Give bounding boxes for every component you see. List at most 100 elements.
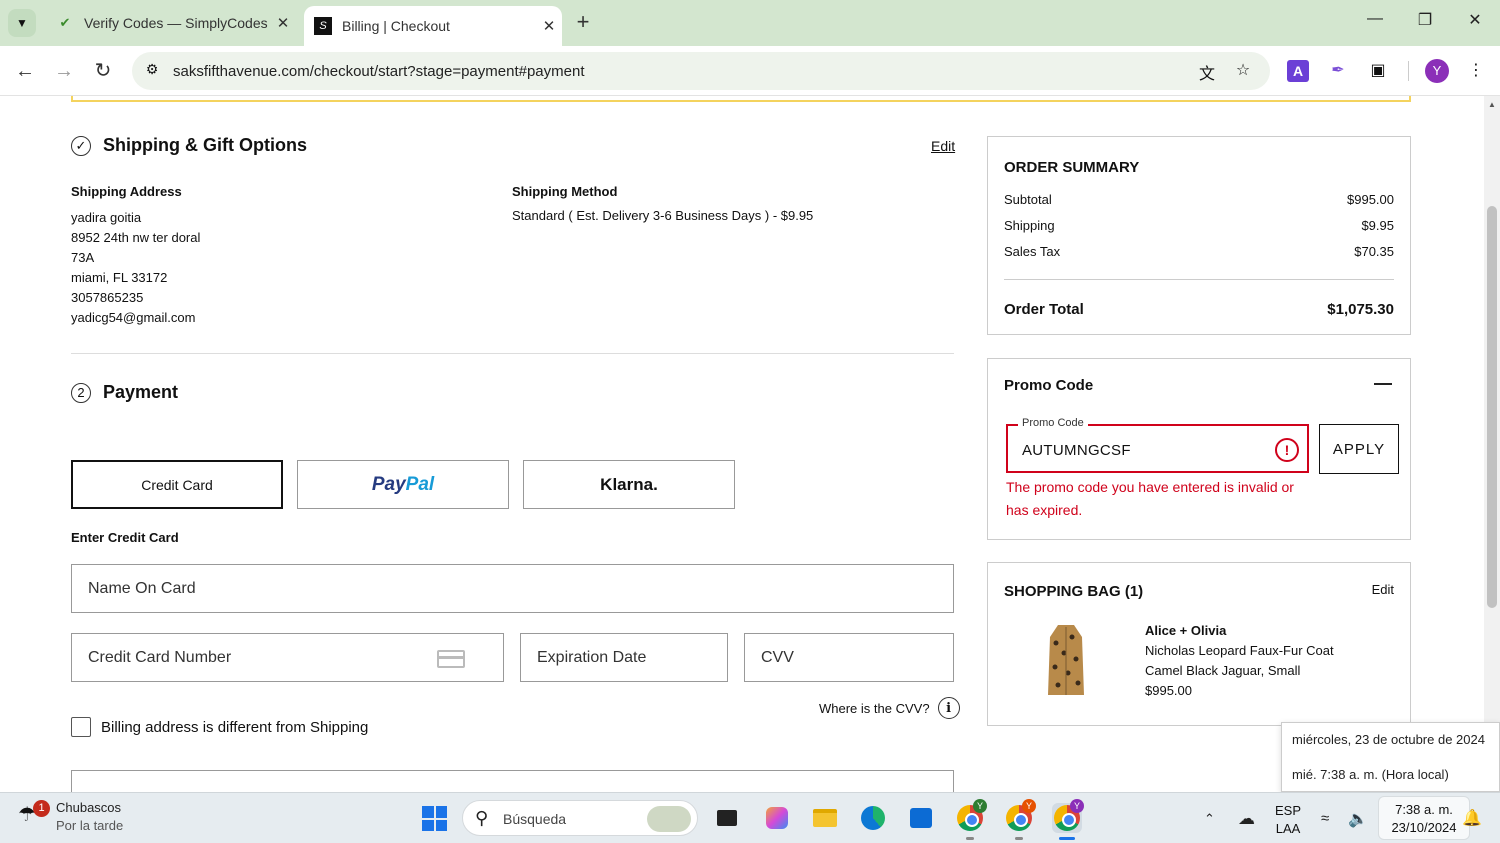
klarna-option-button[interactable]: Klarna. bbox=[523, 460, 735, 509]
copilot-icon[interactable] bbox=[762, 803, 792, 833]
close-window-button[interactable]: ✕ bbox=[1460, 10, 1490, 36]
translate-icon[interactable]: 文 bbox=[1196, 60, 1218, 83]
clock-time: 7:38 a. m. bbox=[1395, 802, 1453, 817]
credit-card-icon bbox=[437, 650, 465, 668]
extensions-puzzle-icon[interactable]: ▣ bbox=[1366, 59, 1390, 83]
billing-different-checkbox[interactable] bbox=[71, 717, 91, 737]
weather-subtitle: Por la tarde bbox=[56, 818, 124, 833]
expiration-date-placeholder: Expiration Date bbox=[537, 648, 647, 666]
address-bar[interactable]: ⚙ saksfifthavenue.com/checkout/start?sta… bbox=[132, 52, 1270, 90]
tab-checkout[interactable]: S Billing | Checkout ✕ bbox=[304, 6, 562, 46]
tooltip-date: miércoles, 23 de octubre de 2024 bbox=[1292, 732, 1485, 747]
next-form-field[interactable] bbox=[71, 770, 954, 792]
name-on-card-placeholder: Name On Card bbox=[88, 579, 196, 597]
forward-button[interactable]: → bbox=[50, 57, 78, 85]
store-icon[interactable] bbox=[906, 803, 936, 833]
bookmark-star-icon[interactable]: ☆ bbox=[1232, 60, 1254, 82]
promo-error-message: The promo code you have entered is inval… bbox=[1006, 479, 1294, 518]
summary-value: $995.00 bbox=[1347, 192, 1394, 207]
new-tab-button[interactable]: + bbox=[570, 10, 596, 36]
summary-label: Shipping bbox=[1004, 218, 1055, 233]
url-text[interactable]: saksfifthavenue.com/checkout/start?stage… bbox=[173, 63, 584, 80]
paypal-logo: PayPal bbox=[371, 473, 435, 495]
chrome-profile-3-icon[interactable]: Y bbox=[1052, 799, 1084, 840]
bag-item-info: Alice + Olivia Nicholas Leopard Faux-Fur… bbox=[1145, 621, 1334, 701]
file-explorer-icon[interactable] bbox=[810, 803, 840, 833]
address-line: 3057865235 bbox=[71, 290, 144, 305]
shipping-address: yadira goitia 8952 24th nw ter doral 73A… bbox=[71, 208, 200, 328]
edge-icon[interactable] bbox=[858, 803, 888, 833]
volume-icon[interactable]: 🔈 bbox=[1348, 793, 1368, 843]
weather-widget[interactable]: ☂ 1 Chubascos Por la tarde bbox=[18, 799, 123, 835]
bag-edit-link[interactable]: Edit bbox=[1372, 582, 1394, 597]
product-name[interactable]: Nicholas Leopard Faux-Fur Coat bbox=[1145, 641, 1334, 661]
apply-promo-button[interactable]: APPLY bbox=[1319, 424, 1399, 474]
shipping-title: Shipping & Gift Options bbox=[103, 135, 307, 155]
shopping-bag-panel: SHOPPING BAG (1) Edit Alice + Olivia Nic… bbox=[987, 562, 1411, 726]
tab-simplycodes[interactable]: ✔ Verify Codes — SimplyCodes ✕ bbox=[46, 6, 296, 40]
chrome-profile-2-icon[interactable]: Y bbox=[1004, 799, 1036, 840]
close-tab-icon[interactable]: ✕ bbox=[536, 17, 562, 35]
summary-value: $9.95 bbox=[1361, 218, 1394, 233]
chrome-profile-1-icon[interactable]: Y bbox=[955, 799, 987, 840]
scrollbar-thumb[interactable] bbox=[1487, 206, 1497, 608]
search-icon: ⚲ bbox=[475, 808, 489, 828]
paypal-option-button[interactable]: PayPal bbox=[297, 460, 509, 509]
address-line: 8952 24th nw ter doral bbox=[71, 230, 201, 245]
collapse-minus-icon[interactable] bbox=[1374, 383, 1392, 385]
credit-card-option-button[interactable]: Credit Card bbox=[71, 460, 283, 509]
promo-code-value[interactable]: AUTUMNGCSF bbox=[1022, 442, 1131, 459]
windows-start-icon[interactable] bbox=[422, 806, 447, 831]
summary-value: $70.35 bbox=[1354, 244, 1394, 259]
back-button[interactable]: ← bbox=[11, 57, 39, 85]
expiration-date-input[interactable]: Expiration Date bbox=[520, 633, 728, 682]
extension-pen-icon[interactable]: ✒ bbox=[1326, 59, 1350, 83]
cvv-input[interactable]: CVV bbox=[744, 633, 954, 682]
input-language[interactable]: ESP LAA bbox=[1275, 802, 1301, 838]
profile-badge: Y bbox=[1070, 799, 1084, 813]
order-summary-title: ORDER SUMMARY bbox=[1004, 159, 1140, 176]
summary-label: Subtotal bbox=[1004, 192, 1052, 207]
saks-favicon-icon: S bbox=[314, 17, 332, 35]
cvv-help-link[interactable]: Where is the CVV? i bbox=[819, 697, 960, 719]
close-tab-icon[interactable]: ✕ bbox=[270, 14, 296, 32]
payment-section-header: 2 Payment bbox=[71, 382, 178, 403]
site-info-icon[interactable]: ⚙ bbox=[142, 61, 162, 81]
tab-title: Billing | Checkout bbox=[342, 18, 450, 34]
wifi-icon[interactable]: ≈ bbox=[1321, 793, 1329, 843]
windows-taskbar: ☂ 1 Chubascos Por la tarde ⚲ Búsqueda Y Y… bbox=[0, 792, 1500, 843]
show-hidden-icons-chevron-icon[interactable]: ⌃ bbox=[1204, 793, 1215, 843]
shipping-method-value: Standard ( Est. Delivery 3-6 Business Da… bbox=[512, 208, 814, 223]
address-line: miami, FL 33172 bbox=[71, 270, 168, 285]
profile-avatar[interactable]: Y bbox=[1425, 59, 1449, 83]
promo-code-title: Promo Code bbox=[1004, 377, 1094, 394]
lang-code: ESP bbox=[1275, 803, 1302, 818]
weather-title: Chubascos bbox=[56, 800, 122, 815]
notifications-bell-icon[interactable]: 🔔 bbox=[1462, 808, 1482, 828]
name-on-card-input[interactable]: Name On Card bbox=[71, 564, 954, 613]
task-view-icon[interactable] bbox=[712, 803, 742, 833]
tab-search-button[interactable]: ▼ bbox=[8, 9, 36, 37]
taskbar-search[interactable]: ⚲ Búsqueda bbox=[462, 800, 698, 836]
error-alert-icon: ! bbox=[1275, 438, 1299, 462]
restore-button[interactable]: ❐ bbox=[1410, 10, 1440, 36]
promo-code-input[interactable]: Promo Code AUTUMNGCSF ! bbox=[1006, 417, 1309, 473]
minimize-button[interactable]: — bbox=[1360, 10, 1390, 36]
order-total-label: Order Total bbox=[1004, 301, 1084, 318]
reload-button[interactable]: ↻ bbox=[89, 57, 117, 85]
lang-layout: LAA bbox=[1275, 821, 1301, 836]
shipping-edit-link[interactable]: Edit bbox=[931, 138, 955, 154]
page-scrollbar[interactable]: ▲ bbox=[1484, 96, 1500, 792]
onedrive-sync-icon[interactable]: ☁ bbox=[1238, 793, 1255, 843]
klarna-logo: Klarna. bbox=[600, 474, 658, 494]
chevron-down-icon: ▼ bbox=[16, 16, 28, 30]
product-brand: Alice + Olivia bbox=[1145, 623, 1227, 638]
menu-kebab-icon[interactable]: ⋮ bbox=[1464, 59, 1488, 83]
scroll-up-arrow-icon[interactable]: ▲ bbox=[1488, 100, 1496, 109]
extension-a-icon[interactable]: A bbox=[1287, 60, 1309, 82]
taskbar-clock[interactable]: 7:38 a. m. 23/10/2024 bbox=[1378, 796, 1470, 840]
billing-different-row[interactable]: Billing address is different from Shippi… bbox=[71, 717, 368, 737]
card-number-input[interactable]: Credit Card Number bbox=[71, 633, 504, 682]
product-thumbnail-image[interactable] bbox=[1046, 623, 1086, 699]
search-highlight-image bbox=[647, 806, 691, 832]
